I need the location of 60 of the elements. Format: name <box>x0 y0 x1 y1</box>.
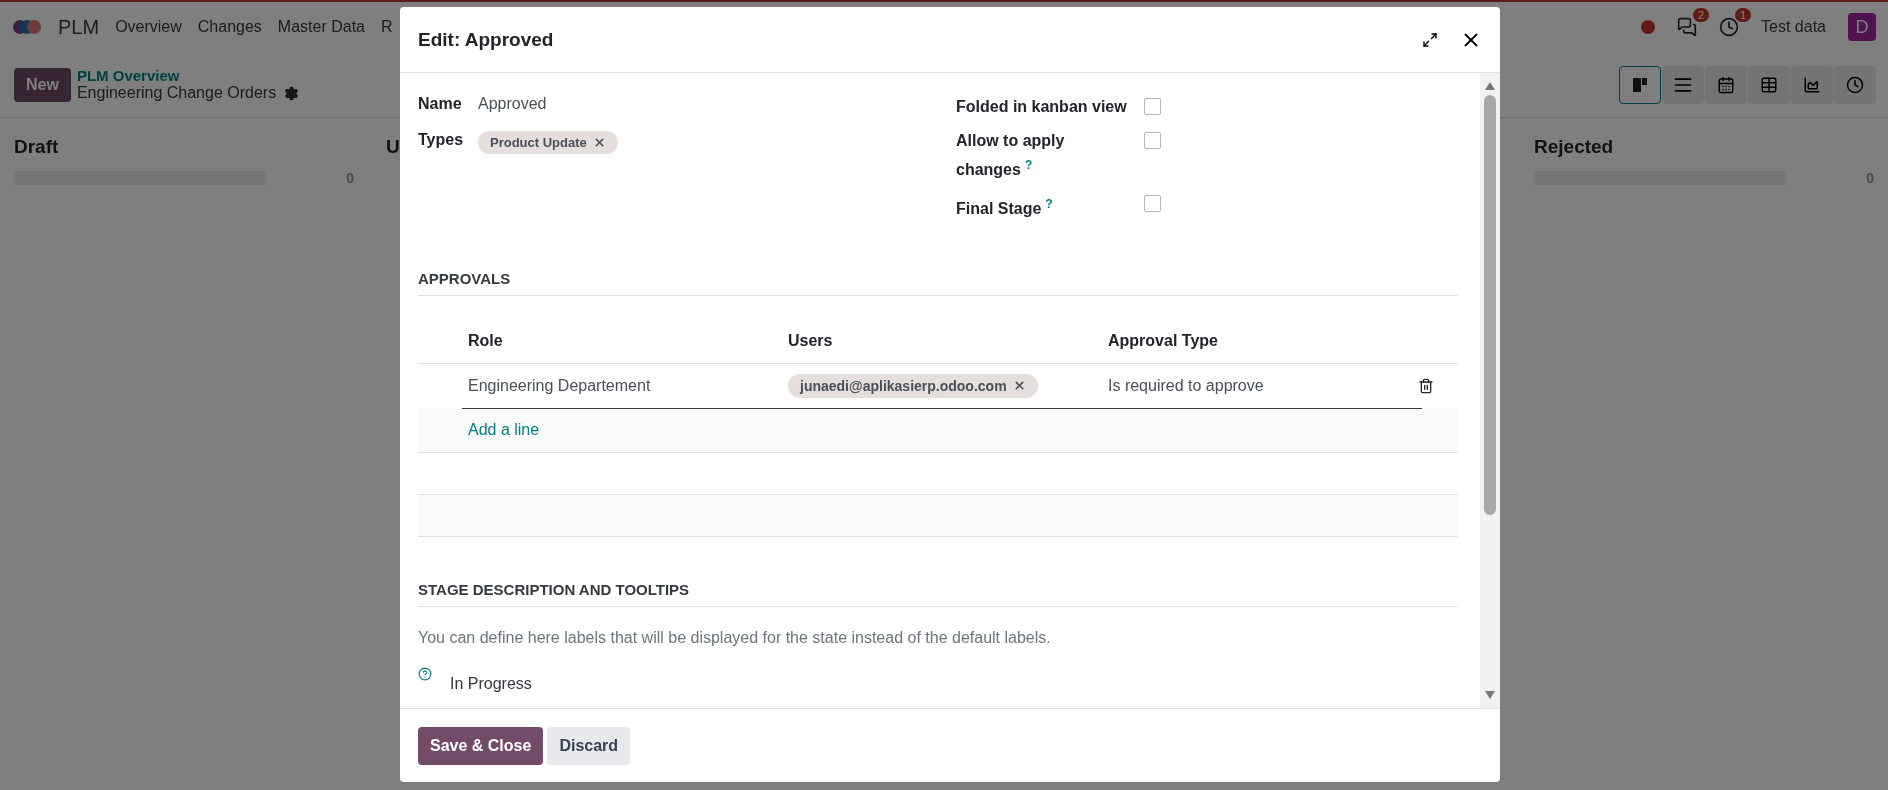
state-label: In Progress <box>450 674 532 693</box>
column-title: Draft <box>14 136 59 158</box>
new-button[interactable]: New <box>14 67 71 102</box>
user-tag[interactable]: junaedi@aplikasierp.odoo.com <box>788 373 1038 398</box>
menu-item[interactable]: Overview <box>115 18 182 36</box>
delete-icon[interactable] <box>1418 377 1434 394</box>
company-name[interactable]: Test data <box>1761 18 1826 36</box>
app-logo-icon[interactable] <box>12 17 42 37</box>
description-text: You can define here labels that will be displayed for the state instead of the default labels. <box>418 628 1052 647</box>
kanban-icon <box>1631 75 1649 94</box>
calendar-icon <box>1717 75 1735 94</box>
app-name[interactable]: PLM <box>58 15 100 39</box>
field-label: Final Stage $^{?}$ <box>956 196 1054 220</box>
settings-icon[interactable] <box>284 85 300 101</box>
chat-icon[interactable] <box>1677 17 1698 37</box>
page-title: Engineering Change Orders <box>76 84 277 102</box>
column-count: 0 <box>346 170 354 186</box>
section-title: APPROVALS <box>418 269 1458 296</box>
notification-badge: 1 <box>1734 8 1752 22</box>
scroll-up-arrow-icon[interactable] <box>1484 81 1496 91</box>
field-label: Allow to apply changes $^{?}$ <box>956 131 1066 181</box>
grid-table-icon <box>1760 75 1778 94</box>
help-icon[interactable] <box>418 666 432 681</box>
clock-icon[interactable] <box>1719 17 1740 37</box>
column-title: Rejected <box>1534 136 1614 158</box>
remove-icon[interactable] <box>1012 379 1026 393</box>
name-field[interactable]: Approved <box>478 95 547 113</box>
area-chart-icon <box>1803 75 1821 94</box>
view-switch-button[interactable] <box>1619 65 1661 104</box>
field-label: Name <box>418 95 463 113</box>
status-dot-icon[interactable] <box>1641 20 1656 34</box>
checkbox[interactable] <box>1144 195 1161 213</box>
checkbox[interactable] <box>1144 132 1161 149</box>
notification-badge: 2 <box>1692 8 1710 22</box>
table-cell[interactable]: Is required to approve <box>1108 376 1418 395</box>
column-header: Approval Type <box>1108 332 1219 351</box>
menu-item[interactable]: Changes <box>197 18 262 36</box>
column-count: 0 <box>1866 170 1874 186</box>
menu-item[interactable]: Master Data <box>277 18 365 36</box>
column-title: U <box>386 136 400 158</box>
add-line-link[interactable]: Add a line <box>468 421 540 440</box>
column-header: Role <box>468 332 504 351</box>
user-avatar[interactable]: D <box>1848 13 1876 41</box>
discard-button[interactable]: Discard <box>547 726 631 765</box>
column-header: Users <box>788 332 834 351</box>
field-label: Types <box>418 131 465 149</box>
table-cell[interactable]: Engineering Departement <box>468 376 788 395</box>
scroll-down-arrow-icon[interactable] <box>1484 690 1496 700</box>
checkbox[interactable] <box>1144 98 1161 115</box>
field-label: Folded in kanban view <box>956 97 1128 117</box>
remove-icon[interactable] <box>592 136 606 149</box>
menu-item[interactable]: R <box>381 18 393 36</box>
save-button[interactable]: Save & Close <box>418 726 544 765</box>
scrollbar[interactable] <box>1480 73 1500 708</box>
clock-icon <box>1846 75 1864 94</box>
breadcrumb-link[interactable]: PLM Overview <box>76 67 300 84</box>
type-tag[interactable]: Product Update <box>478 131 618 154</box>
dialog-title: Edit: Approved <box>418 28 555 51</box>
section-title: STAGE DESCRIPTION AND TOOLTIPS <box>418 580 1458 607</box>
expand-button[interactable] <box>1422 31 1438 48</box>
